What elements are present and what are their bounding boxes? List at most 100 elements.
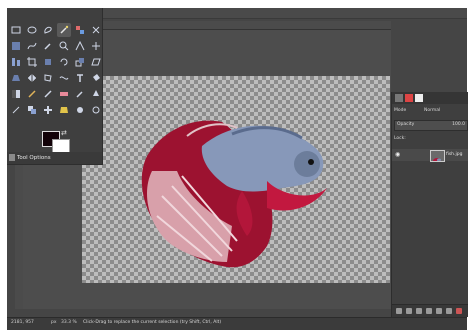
rect-select-tool[interactable] [9, 23, 23, 37]
pencil-tool[interactable] [25, 87, 39, 101]
lock-row: Lock: [394, 136, 466, 144]
new-layer-icon[interactable] [396, 308, 402, 314]
perspective-tool[interactable] [9, 71, 23, 85]
select-by-color-tool[interactable] [73, 23, 87, 37]
shear-tool[interactable] [89, 55, 103, 69]
heal-icon [44, 106, 52, 114]
blend-icon [12, 90, 20, 98]
foreground-select-tool[interactable] [9, 39, 23, 53]
paintbrush-icon [44, 90, 52, 98]
mode-label: Mode [394, 108, 407, 113]
raise-layer-icon[interactable] [406, 308, 412, 314]
mode-row[interactable]: Mode Normal [394, 108, 466, 116]
status-hint: Click-Drag to replace the current select… [83, 320, 222, 325]
anchor-layer-icon[interactable] [436, 308, 442, 314]
airbrush-icon [76, 91, 83, 98]
smudge-tool[interactable] [73, 103, 87, 117]
screenshot: ⋯ [0, 0, 474, 334]
text-icon [77, 74, 83, 82]
unit-select[interactable]: px [51, 320, 57, 325]
eraser-tool[interactable] [57, 87, 71, 101]
ink-icon [93, 90, 99, 96]
free-select-tool[interactable] [41, 23, 55, 37]
crop-tool[interactable] [25, 55, 39, 69]
unified-transform-tool[interactable] [41, 55, 55, 69]
fuzzy-select-icon [60, 25, 69, 34]
dodge-burn-icon [92, 106, 100, 114]
visibility-eye-icon[interactable]: ◉ [395, 152, 401, 158]
pointer-coordinates: 2181, 957 [11, 320, 34, 325]
zoom-select[interactable]: 33.3 % [61, 320, 77, 325]
perspective-clone-tool[interactable] [57, 103, 71, 117]
align-tool[interactable] [9, 55, 23, 69]
rect-select-icon [11, 26, 21, 34]
dock-tabs [392, 92, 468, 104]
layer-name[interactable]: fish.jpg [446, 152, 462, 157]
zoom-icon [59, 41, 69, 51]
duplicate-layer-icon[interactable] [426, 308, 432, 314]
warp-transform-tool[interactable] [57, 71, 71, 85]
airbrush-tool[interactable] [73, 87, 87, 101]
tool-options-tab[interactable]: Tool Options [7, 152, 102, 164]
pencil-icon [28, 90, 36, 98]
mode-value[interactable]: Normal [424, 108, 440, 113]
mypaint-brush-tool[interactable] [9, 103, 23, 117]
bucket-fill-tool[interactable] [89, 71, 103, 85]
lower-layer-icon[interactable] [416, 308, 422, 314]
layers-actions-bar [392, 304, 468, 317]
image-canvas[interactable] [82, 76, 390, 283]
shear-icon [91, 58, 101, 66]
zoom-tool[interactable] [57, 39, 71, 53]
move-tool[interactable] [89, 39, 103, 53]
ellipse-select-tool[interactable] [25, 23, 39, 37]
align-icon [12, 58, 20, 66]
gimp-window: ⋯ [7, 8, 468, 330]
measure-tool[interactable] [73, 39, 87, 53]
clone-tool[interactable] [25, 103, 39, 117]
scale-tool[interactable] [73, 55, 87, 69]
opacity-label: Opacity [397, 122, 415, 127]
paths-tab-icon[interactable] [415, 94, 423, 102]
bucket-fill-icon [93, 74, 100, 81]
lock-label: Lock: [394, 136, 406, 141]
paths-tool[interactable] [25, 39, 39, 53]
flip-tool[interactable] [25, 71, 39, 85]
opacity-row[interactable]: Opacity 100.0 [394, 120, 468, 131]
swap-colors-icon[interactable]: ⇄ [61, 130, 67, 137]
flip-icon [27, 74, 37, 82]
dodge-burn-tool[interactable] [89, 103, 103, 117]
mypaint-brush-icon [12, 106, 20, 114]
tool-options-icon [9, 154, 15, 161]
color-picker-icon [44, 43, 51, 50]
select-by-color-icon [76, 26, 84, 34]
move-icon [92, 42, 100, 50]
measure-icon [75, 41, 85, 51]
status-bar: 2181, 957 px 33.3 % Click-Drag to replac… [7, 317, 467, 330]
layer-row[interactable]: ◉ fish.jpg [392, 149, 468, 162]
cage-transform-icon [44, 74, 52, 82]
layers-dock: Mode Normal Opacity 100.0 Lock: ◉ fish.j… [391, 92, 468, 317]
betta-fish-image [141, 120, 327, 268]
opacity-slider[interactable]: Opacity 100.0 [394, 120, 468, 131]
free-select-icon [44, 26, 52, 34]
text-tool[interactable] [73, 71, 87, 85]
fuzzy-select-tool[interactable] [57, 23, 71, 37]
opacity-value: 100.0 [452, 122, 465, 127]
delete-layer-icon[interactable] [456, 308, 462, 314]
rotate-icon [60, 58, 68, 66]
layer-thumbnail [430, 150, 445, 162]
paths-icon [27, 42, 37, 50]
unified-transform-icon [45, 59, 51, 65]
paintbrush-tool[interactable] [41, 87, 55, 101]
mask-layer-icon[interactable] [446, 308, 452, 314]
rotate-tool[interactable] [57, 55, 71, 69]
layers-tab-icon[interactable] [395, 94, 403, 102]
color-picker-tool[interactable] [41, 39, 55, 53]
heal-tool[interactable] [41, 103, 55, 117]
cage-transform-tool[interactable] [41, 71, 55, 85]
scissors-tool[interactable] [89, 23, 103, 37]
warp-transform-icon [59, 76, 69, 80]
channels-tab-icon[interactable] [405, 94, 413, 102]
blend-tool[interactable] [9, 87, 23, 101]
ink-tool[interactable] [89, 87, 103, 101]
